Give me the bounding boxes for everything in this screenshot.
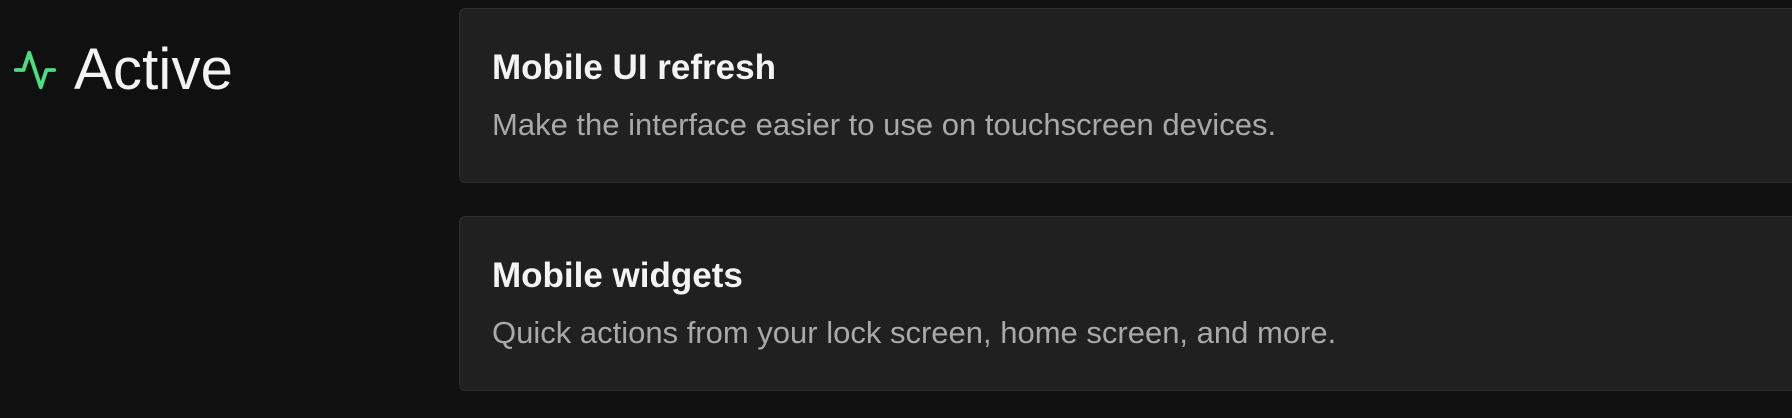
section-header: Active (12, 34, 233, 106)
section-title: Active (74, 37, 234, 102)
project-card[interactable]: Mobile widgets Quick actions from your l… (459, 216, 1792, 391)
card-description: Make the interface easier to use on touc… (492, 107, 1277, 142)
card-title: Mobile UI refresh (492, 48, 776, 87)
activity-pulse-icon (12, 47, 58, 93)
project-card-list: Mobile UI refresh Make the interface eas… (459, 8, 1792, 418)
card-description: Quick actions from your lock screen, hom… (492, 315, 1337, 350)
project-card[interactable]: Mobile UI refresh Make the interface eas… (459, 8, 1792, 183)
card-title: Mobile widgets (492, 256, 743, 295)
